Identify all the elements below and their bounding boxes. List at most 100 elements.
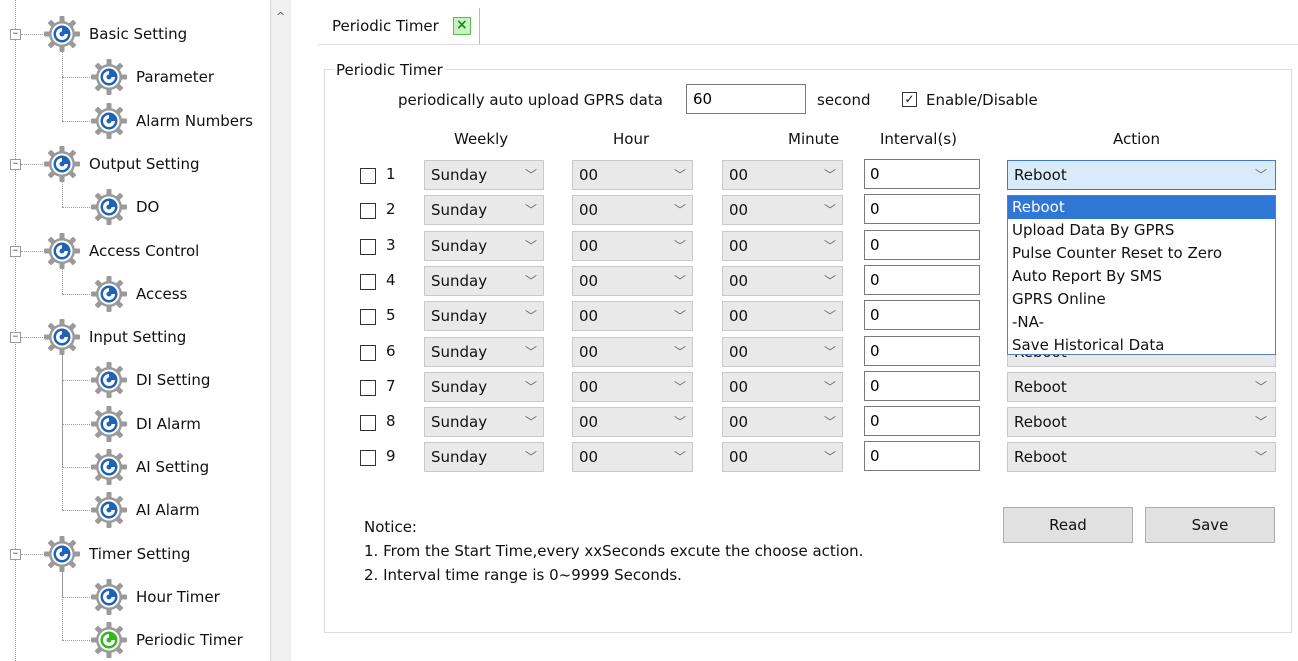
chevron-down-icon: ﹀ <box>1254 450 1267 465</box>
scroll-up-arrow-icon[interactable]: ^ <box>276 10 285 23</box>
minute-select[interactable]: 00 ﹀ <box>722 442 843 473</box>
dropdown-option[interactable]: Upload Data By GPRS <box>1008 219 1275 242</box>
gear-icon <box>90 275 128 313</box>
tree-item[interactable]: Timer Setting <box>43 535 190 573</box>
row-number: 8 <box>386 412 396 431</box>
chevron-down-icon: ﹀ <box>673 415 686 430</box>
tree-item[interactable]: Hour Timer <box>90 578 220 616</box>
action-dropdown-list[interactable]: Reboot Upload Data By GPRS Pulse Counter R… <box>1007 195 1276 355</box>
enable-checkbox[interactable]: ✓ <box>902 92 917 107</box>
row-checkbox[interactable] <box>360 238 376 255</box>
hour-select[interactable]: 00 ﹀ <box>572 301 693 332</box>
minute-select[interactable]: 00 ﹀ <box>722 160 843 190</box>
minute-select[interactable]: 00 ﹀ <box>722 230 843 261</box>
tree-item[interactable]: Access Control <box>43 232 199 270</box>
weekly-select[interactable]: Sunday ﹀ <box>424 407 544 438</box>
dropdown-option[interactable]: Pulse Counter Reset to Zero <box>1008 242 1275 265</box>
dropdown-option[interactable]: Auto Report By SMS <box>1008 265 1275 288</box>
weekly-select[interactable]: Sunday ﹀ <box>424 301 544 332</box>
action-select[interactable]: Reboot ﹀ <box>1007 407 1276 438</box>
interval-input[interactable] <box>864 406 980 437</box>
tree-item[interactable]: Access <box>90 275 187 313</box>
tree-item[interactable]: Alarm Numbers <box>90 102 253 140</box>
hour-select[interactable]: 00 ﹀ <box>572 265 693 296</box>
tree-item[interactable]: DO <box>90 188 159 226</box>
minute-select[interactable]: 00 ﹀ <box>722 301 843 332</box>
row-checkbox[interactable] <box>360 379 376 396</box>
chevron-down-icon: ﹀ <box>673 238 686 253</box>
interval-input[interactable] <box>864 370 980 401</box>
dropdown-option[interactable]: -NA- <box>1008 311 1275 334</box>
row-number: 6 <box>386 341 396 360</box>
weekly-select[interactable]: Sunday ﹀ <box>424 336 544 367</box>
row-checkbox[interactable] <box>360 450 376 467</box>
read-button[interactable]: Read <box>1003 507 1133 543</box>
tree-expander-icon[interactable]: − <box>10 158 21 170</box>
panel-splitter[interactable] <box>291 0 317 661</box>
weekly-select[interactable]: Sunday ﹀ <box>424 230 544 261</box>
interval-input[interactable] <box>864 159 980 189</box>
minute-select[interactable]: 00 ﹀ <box>722 371 843 402</box>
close-tab-icon[interactable]: × <box>452 17 471 35</box>
hour-value: 00 <box>579 166 599 184</box>
tree-expander-icon[interactable]: − <box>10 245 21 257</box>
tree-item[interactable]: AI Alarm <box>90 491 200 529</box>
interval-input[interactable] <box>864 194 980 225</box>
interval-input[interactable] <box>864 335 980 366</box>
hour-select[interactable]: 00 ﹀ <box>572 195 693 226</box>
weekly-select[interactable]: Sunday ﹀ <box>424 195 544 226</box>
row-checkbox[interactable] <box>360 203 376 220</box>
hour-select[interactable]: 00 ﹀ <box>572 336 693 367</box>
weekly-select[interactable]: Sunday ﹀ <box>424 265 544 296</box>
tree-item[interactable]: Output Setting <box>43 145 200 183</box>
interval-input[interactable] <box>864 441 980 472</box>
weekly-select[interactable]: Sunday ﹀ <box>424 160 544 190</box>
timer-row: 9 Sunday ﹀ 00 ﹀ 00 ﹀ Reboot ﹀ <box>318 441 1298 473</box>
dropdown-option[interactable]: GPRS Online <box>1008 288 1275 311</box>
tab-periodic-timer[interactable]: Periodic Timer × <box>324 8 480 44</box>
hour-select[interactable]: 00 ﹀ <box>572 442 693 473</box>
column-header-hour: Hour <box>613 130 650 148</box>
row-checkbox[interactable] <box>360 273 376 290</box>
row-checkbox[interactable] <box>360 344 376 361</box>
action-select[interactable]: Reboot ﹀ <box>1007 442 1276 473</box>
row-checkbox[interactable] <box>360 309 376 326</box>
minute-select[interactable]: 00 ﹀ <box>722 407 843 438</box>
weekly-value: Sunday <box>431 448 488 467</box>
chevron-down-icon: ﹀ <box>823 415 836 430</box>
dropdown-option[interactable]: Reboot <box>1008 196 1275 219</box>
row-checkbox[interactable] <box>360 415 376 432</box>
row-checkbox[interactable] <box>360 168 376 184</box>
tree-item[interactable]: Parameter <box>90 58 214 96</box>
tree-expander-icon[interactable]: − <box>10 332 21 344</box>
tree-expander-icon[interactable]: − <box>10 548 21 560</box>
hour-select[interactable]: 00 ﹀ <box>572 230 693 261</box>
tree-item[interactable]: AI Setting <box>90 448 209 486</box>
tree-item[interactable]: DI Alarm <box>90 405 201 443</box>
hour-select[interactable]: 00 ﹀ <box>572 407 693 438</box>
minute-select[interactable]: 00 ﹀ <box>722 336 843 367</box>
tree-expander-icon[interactable]: − <box>10 29 21 40</box>
tree-scrollbar[interactable]: ^ <box>271 0 291 661</box>
upload-interval-input[interactable] <box>686 84 806 114</box>
hour-select[interactable]: 00 ﹀ <box>572 160 693 190</box>
action-select[interactable]: Reboot ﹀ <box>1007 160 1276 190</box>
tree-item[interactable]: Periodic Timer <box>90 621 243 659</box>
save-button[interactable]: Save <box>1145 507 1275 543</box>
interval-input[interactable] <box>864 229 980 260</box>
tree-item[interactable]: Input Setting <box>43 318 186 356</box>
interval-input[interactable] <box>864 300 980 331</box>
tree-item[interactable]: DI Setting <box>90 361 210 399</box>
hour-value: 00 <box>579 307 599 326</box>
minute-select[interactable]: 00 ﹀ <box>722 195 843 226</box>
weekly-select[interactable]: Sunday ﹀ <box>424 442 544 473</box>
weekly-select[interactable]: Sunday ﹀ <box>424 371 544 402</box>
action-select[interactable]: Reboot ﹀ <box>1007 371 1276 402</box>
minute-select[interactable]: 00 ﹀ <box>722 265 843 296</box>
tree-item[interactable]: Basic Setting <box>43 15 187 53</box>
interval-input[interactable] <box>864 264 980 295</box>
dropdown-option[interactable]: Save Historical Data <box>1008 334 1275 357</box>
tree-item-label: Timer Setting <box>89 544 191 563</box>
hour-select[interactable]: 00 ﹀ <box>572 371 693 402</box>
column-header-action: Action <box>1113 130 1160 148</box>
